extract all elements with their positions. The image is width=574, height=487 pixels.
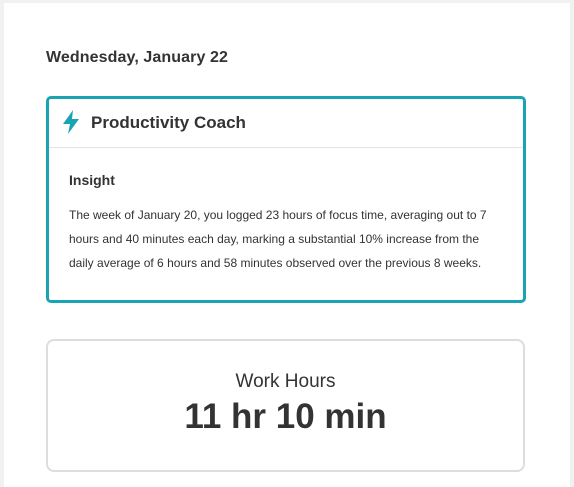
insight-label: Insight (69, 172, 115, 188)
coach-header: Productivity Coach (49, 99, 523, 148)
work-hours-label: Work Hours (235, 371, 336, 392)
card-gradient-bottom (49, 300, 523, 303)
date-heading: Wednesday, January 22 (46, 49, 229, 66)
main-panel: Wednesday, January 22 Productivity Coach… (4, 3, 570, 487)
coach-title: Productivity Coach (91, 113, 246, 132)
productivity-coach-card: Productivity Coach Insight The week of J… (46, 96, 526, 303)
lightning-bolt-icon (63, 110, 79, 134)
insight-text: The week of January 20, you logged 23 ho… (69, 208, 487, 270)
work-hours-value: 11 hr 10 min (184, 397, 387, 436)
work-hours-card: Work Hours 11 hr 10 min (46, 339, 525, 472)
